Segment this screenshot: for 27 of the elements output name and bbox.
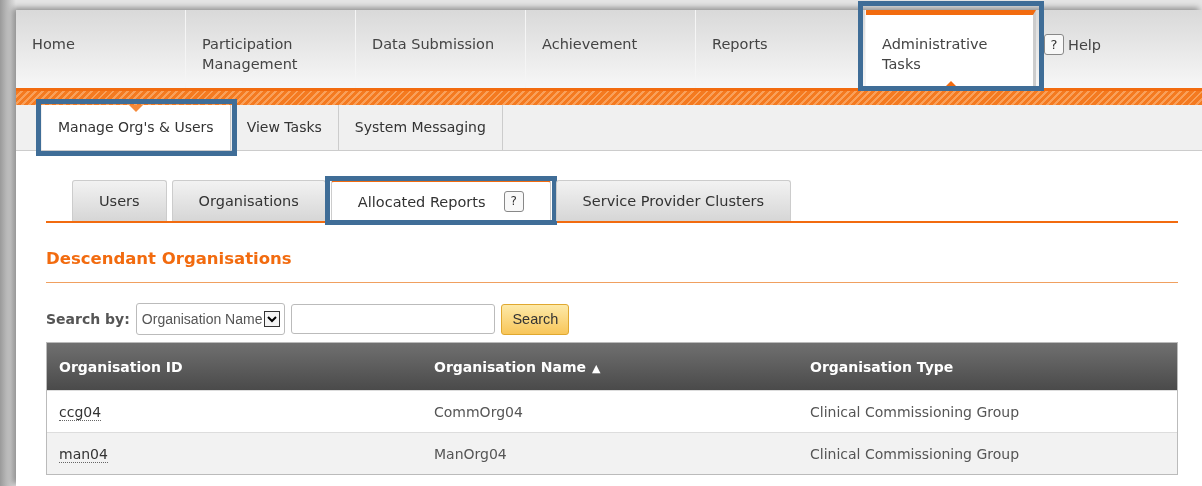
help-icon[interactable]: ? (503, 191, 524, 212)
tab[interactable]: Allocated Reports ? (330, 180, 551, 221)
tab[interactable]: Organisations (171, 180, 326, 221)
column-header[interactable]: Organisation Name ▲ (422, 358, 798, 375)
caret-icon (264, 311, 281, 327)
organisation-id-link[interactable]: ccg04 (59, 403, 102, 421)
search-input-field[interactable] (291, 304, 496, 334)
main-nav-tab[interactable]: Administrative Tasks (866, 10, 1036, 88)
search-button[interactable]: Search (501, 303, 570, 335)
table-cell: ManOrg04 (434, 445, 507, 462)
search-by-dropdown[interactable]: Organisation Name (135, 303, 286, 335)
help-link[interactable]: Help (1068, 34, 1102, 56)
sub-nav-tab[interactable]: System Messaging (338, 105, 503, 150)
tab[interactable]: Users (72, 180, 167, 221)
search-label: Search by: (46, 311, 130, 327)
sub-nav-tab[interactable]: Manage Org's & Users (42, 105, 231, 150)
table-cell: CommOrg04 (434, 403, 523, 420)
sort-ascending-icon: ▲ (592, 361, 601, 375)
help-icon[interactable]: ? (1044, 34, 1064, 55)
table-cell: Clinical Commissioning Group (810, 445, 1020, 462)
table-cell: Clinical Commissioning Group (810, 403, 1020, 420)
tab[interactable]: Service Provider Clusters (555, 180, 792, 221)
organisation-id-link[interactable]: man04 (59, 445, 108, 463)
column-header[interactable]: Organisation Type (798, 358, 954, 375)
column-header[interactable]: Organisation ID (47, 358, 422, 375)
sub-nav-tab[interactable]: View Tasks (230, 105, 339, 150)
section-title: Descendant Organisations (46, 223, 1178, 283)
